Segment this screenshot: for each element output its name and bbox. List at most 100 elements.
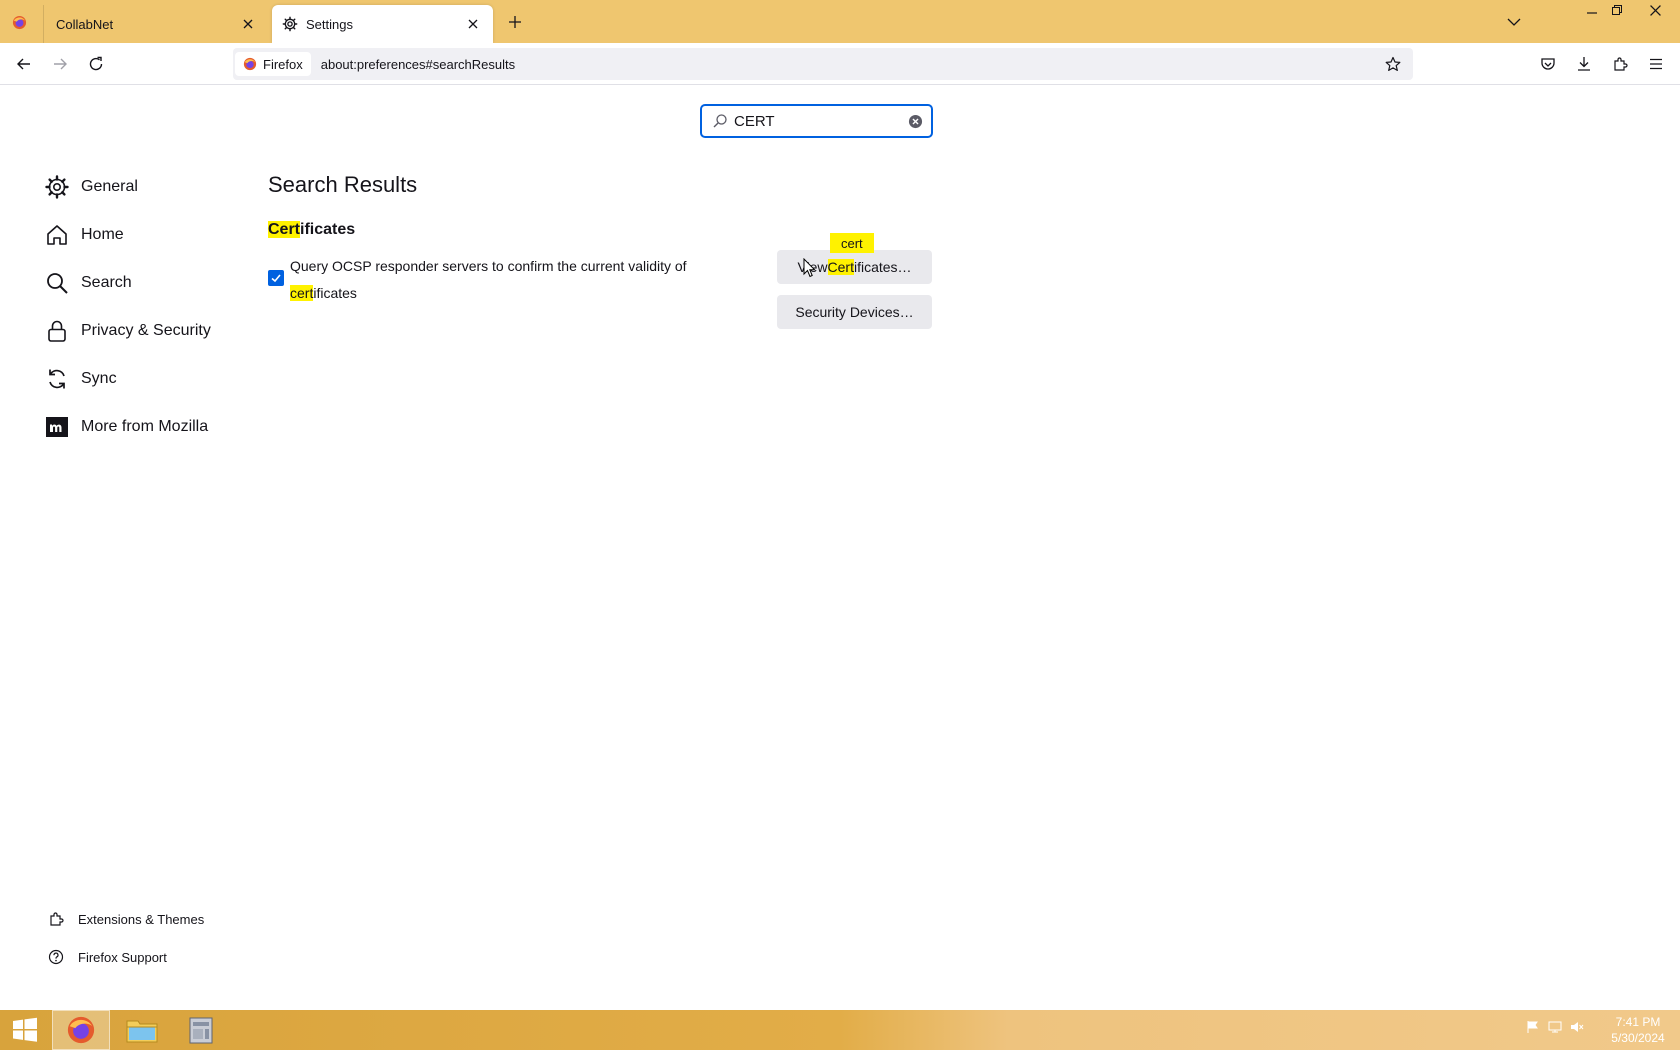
close-tab-icon[interactable] [236, 12, 260, 36]
arrow-left-icon [17, 58, 30, 70]
bookmark-button[interactable] [1381, 52, 1405, 76]
download-icon [1578, 57, 1590, 71]
app-window-icon [189, 1017, 213, 1044]
clock-time: 7:41 PM [1615, 1015, 1661, 1029]
windows-icon [13, 1017, 37, 1042]
navigation-toolbar: Firefox about:preferences#searchResults [0, 43, 1680, 85]
firefox-support-link[interactable]: Firefox Support [48, 938, 204, 976]
pocket-icon [1541, 58, 1555, 70]
search-match-tooltip: cert [830, 233, 874, 253]
taskbar-file-explorer[interactable] [113, 1010, 171, 1050]
page-title: Search Results [268, 172, 418, 197]
categories-list: General Home Search Privacy & Security S… [44, 163, 244, 451]
category-search[interactable]: Search [44, 259, 244, 307]
category-label: Search [81, 274, 132, 291]
url-bar[interactable]: Firefox about:preferences#searchResults [233, 48, 1413, 80]
identity-box[interactable]: Firefox [235, 52, 311, 76]
footer-label: Firefox Support [78, 949, 167, 965]
plus-icon [509, 16, 521, 28]
category-sync[interactable]: Sync [44, 355, 244, 403]
help-icon [48, 949, 64, 965]
mouse-cursor-icon [803, 258, 816, 278]
flag-icon[interactable] [1526, 1020, 1540, 1034]
category-label: Home [81, 226, 124, 243]
ocsp-checkbox-label[interactable]: Query OCSP responder servers to confirm … [290, 253, 720, 307]
category-general[interactable]: General [44, 163, 244, 211]
tab-title: Settings [306, 16, 353, 32]
home-icon [44, 222, 70, 248]
hamburger-icon [1650, 58, 1662, 70]
arrow-right-icon [54, 58, 67, 70]
ocsp-checkbox[interactable] [268, 270, 284, 286]
extensions-button[interactable] [1606, 50, 1634, 78]
chevron-down-icon [1507, 18, 1521, 26]
search-highlight: Cert [827, 259, 854, 275]
restore-icon [1612, 5, 1622, 15]
tab-collabnet[interactable]: CollabNet [43, 5, 268, 43]
network-icon[interactable] [1548, 1020, 1562, 1034]
category-label: More from Mozilla [81, 418, 209, 435]
back-button[interactable] [10, 50, 38, 78]
volume-muted-icon[interactable] [1570, 1020, 1584, 1034]
tab-settings[interactable]: Settings [272, 5, 493, 43]
start-button[interactable] [8, 1010, 42, 1050]
view-certificates-button[interactable]: View Certificates… [777, 250, 932, 284]
tab-title: CollabNet [56, 16, 114, 32]
security-devices-button[interactable]: Security Devices… [777, 295, 932, 329]
star-icon [1385, 56, 1401, 71]
restore-button[interactable] [1599, 0, 1635, 20]
search-icon [713, 114, 727, 128]
certificates-heading: Certificates [268, 221, 356, 238]
downloads-button[interactable] [1570, 50, 1598, 78]
system-tray [1526, 1020, 1584, 1034]
puzzle-icon [48, 911, 64, 927]
firefox-icon [243, 57, 257, 71]
ocsp-setting: Query OCSP responder servers to confirm … [268, 253, 720, 307]
firefox-icon [67, 1016, 95, 1044]
category-more-from-mozilla[interactable]: More from Mozilla [44, 403, 244, 451]
taskbar-app[interactable] [172, 1010, 230, 1050]
close-icon [1649, 4, 1661, 16]
firefox-icon[interactable] [12, 15, 27, 30]
mozilla-icon [44, 414, 70, 440]
checkmark-icon [271, 274, 281, 283]
footer-label: Extensions & Themes [78, 911, 205, 927]
reload-button[interactable] [82, 50, 110, 78]
list-all-tabs-button[interactable] [1502, 10, 1526, 34]
clock-date: 5/30/2024 [1611, 1031, 1665, 1045]
pocket-button[interactable] [1534, 50, 1562, 78]
category-label: Sync [81, 370, 117, 387]
close-tab-icon[interactable] [461, 12, 485, 36]
category-label: Privacy & Security [81, 322, 211, 339]
minimize-icon [1587, 12, 1597, 14]
taskbar-firefox[interactable] [52, 1010, 110, 1050]
extensions-themes-link[interactable]: Extensions & Themes [48, 900, 204, 938]
category-home[interactable]: Home [44, 211, 244, 259]
clear-search-button[interactable] [906, 112, 924, 130]
search-icon [44, 270, 70, 296]
preferences-search-input[interactable] [734, 112, 904, 130]
lock-icon [44, 318, 70, 344]
folder-icon [126, 1020, 158, 1043]
search-highlight: Cert [268, 221, 301, 238]
clear-icon [908, 114, 922, 128]
app-menu-button[interactable] [1642, 50, 1670, 78]
taskbar-clock[interactable]: 7:41 PM 5/30/2024 [1600, 1014, 1676, 1046]
close-window-button[interactable] [1637, 0, 1673, 20]
gear-icon [44, 174, 70, 200]
gear-icon [282, 16, 298, 32]
taskbar: 7:41 PM 5/30/2024 [0, 1010, 1680, 1050]
category-label: General [81, 178, 138, 195]
preferences-search-box[interactable] [700, 104, 933, 138]
search-highlight: cert [290, 285, 314, 301]
tab-strip: CollabNet Settings [0, 0, 1680, 43]
identity-label: Firefox [263, 56, 303, 72]
puzzle-icon [1614, 57, 1628, 71]
new-tab-button[interactable] [503, 10, 527, 34]
sidebar-footer: Extensions & Themes Firefox Support [48, 900, 204, 976]
sync-icon [44, 366, 70, 392]
category-privacy-security[interactable]: Privacy & Security [44, 307, 244, 355]
reload-icon [89, 56, 103, 71]
forward-button[interactable] [46, 50, 74, 78]
url-text[interactable]: about:preferences#searchResults [321, 57, 515, 72]
